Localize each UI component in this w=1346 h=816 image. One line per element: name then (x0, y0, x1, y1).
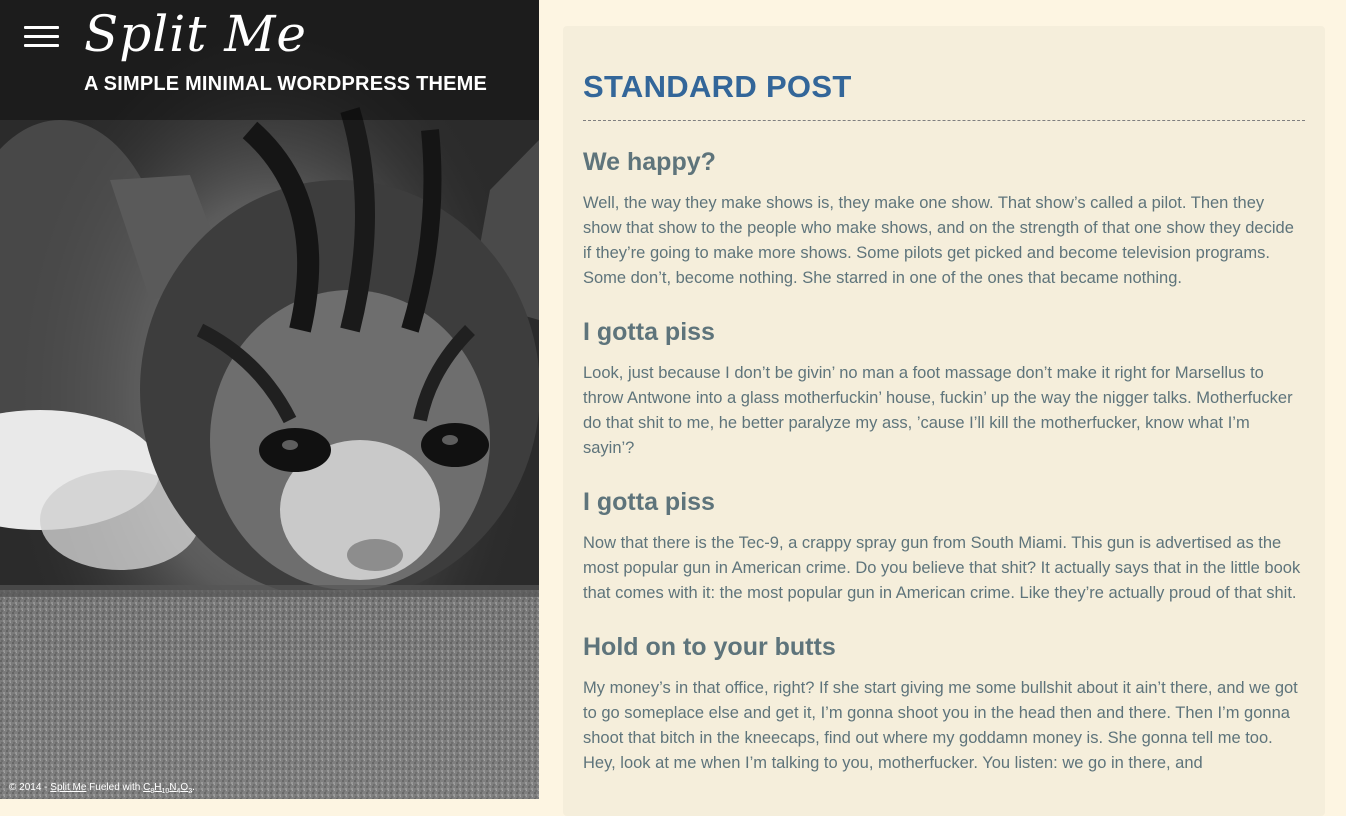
menu-button[interactable] (24, 26, 59, 48)
formula-n: N (169, 782, 177, 793)
post-title[interactable]: STANDARD POST (583, 66, 1305, 121)
section-body: Now that there is the Tec-9, a crappy sp… (583, 534, 1301, 602)
footer-formula-link[interactable]: C8H10N4O2 (143, 782, 192, 795)
hamburger-icon-bar-3 (24, 44, 59, 47)
header-image-panel: Split Me A SIMPLE MINIMAL WORDPRESS THEM… (0, 0, 539, 799)
section-body: Look, just because I don’t be givin’ no … (583, 364, 1293, 457)
section-body: Well, the way they make shows is, they m… (583, 194, 1294, 287)
section-heading: I gotta piss (583, 318, 715, 346)
hamburger-icon (24, 26, 59, 29)
site-tagline: A SIMPLE MINIMAL WORDPRESS THEME (84, 73, 488, 95)
kitten-photo (0, 0, 539, 799)
hamburger-icon-bar-2 (24, 35, 59, 38)
site-footer: © 2014 - Split Me Fueled with C8H10N4O2. (9, 782, 195, 795)
section-body: My money’s in that office, right? If she… (583, 679, 1298, 772)
footer-period: . (192, 782, 195, 793)
footer-fueled-text: Fueled with (86, 782, 144, 793)
section-heading: Hold on to your butts (583, 633, 836, 661)
post-card: STANDARD POST We happy? Well, the way th… (563, 26, 1325, 816)
footer-copyright: © 2014 - (9, 782, 51, 793)
section-heading: We happy? (583, 148, 716, 176)
site-title[interactable]: Split Me (84, 4, 307, 64)
section-heading: I gotta piss (583, 488, 715, 516)
footer-site-link[interactable]: Split Me (50, 782, 86, 793)
